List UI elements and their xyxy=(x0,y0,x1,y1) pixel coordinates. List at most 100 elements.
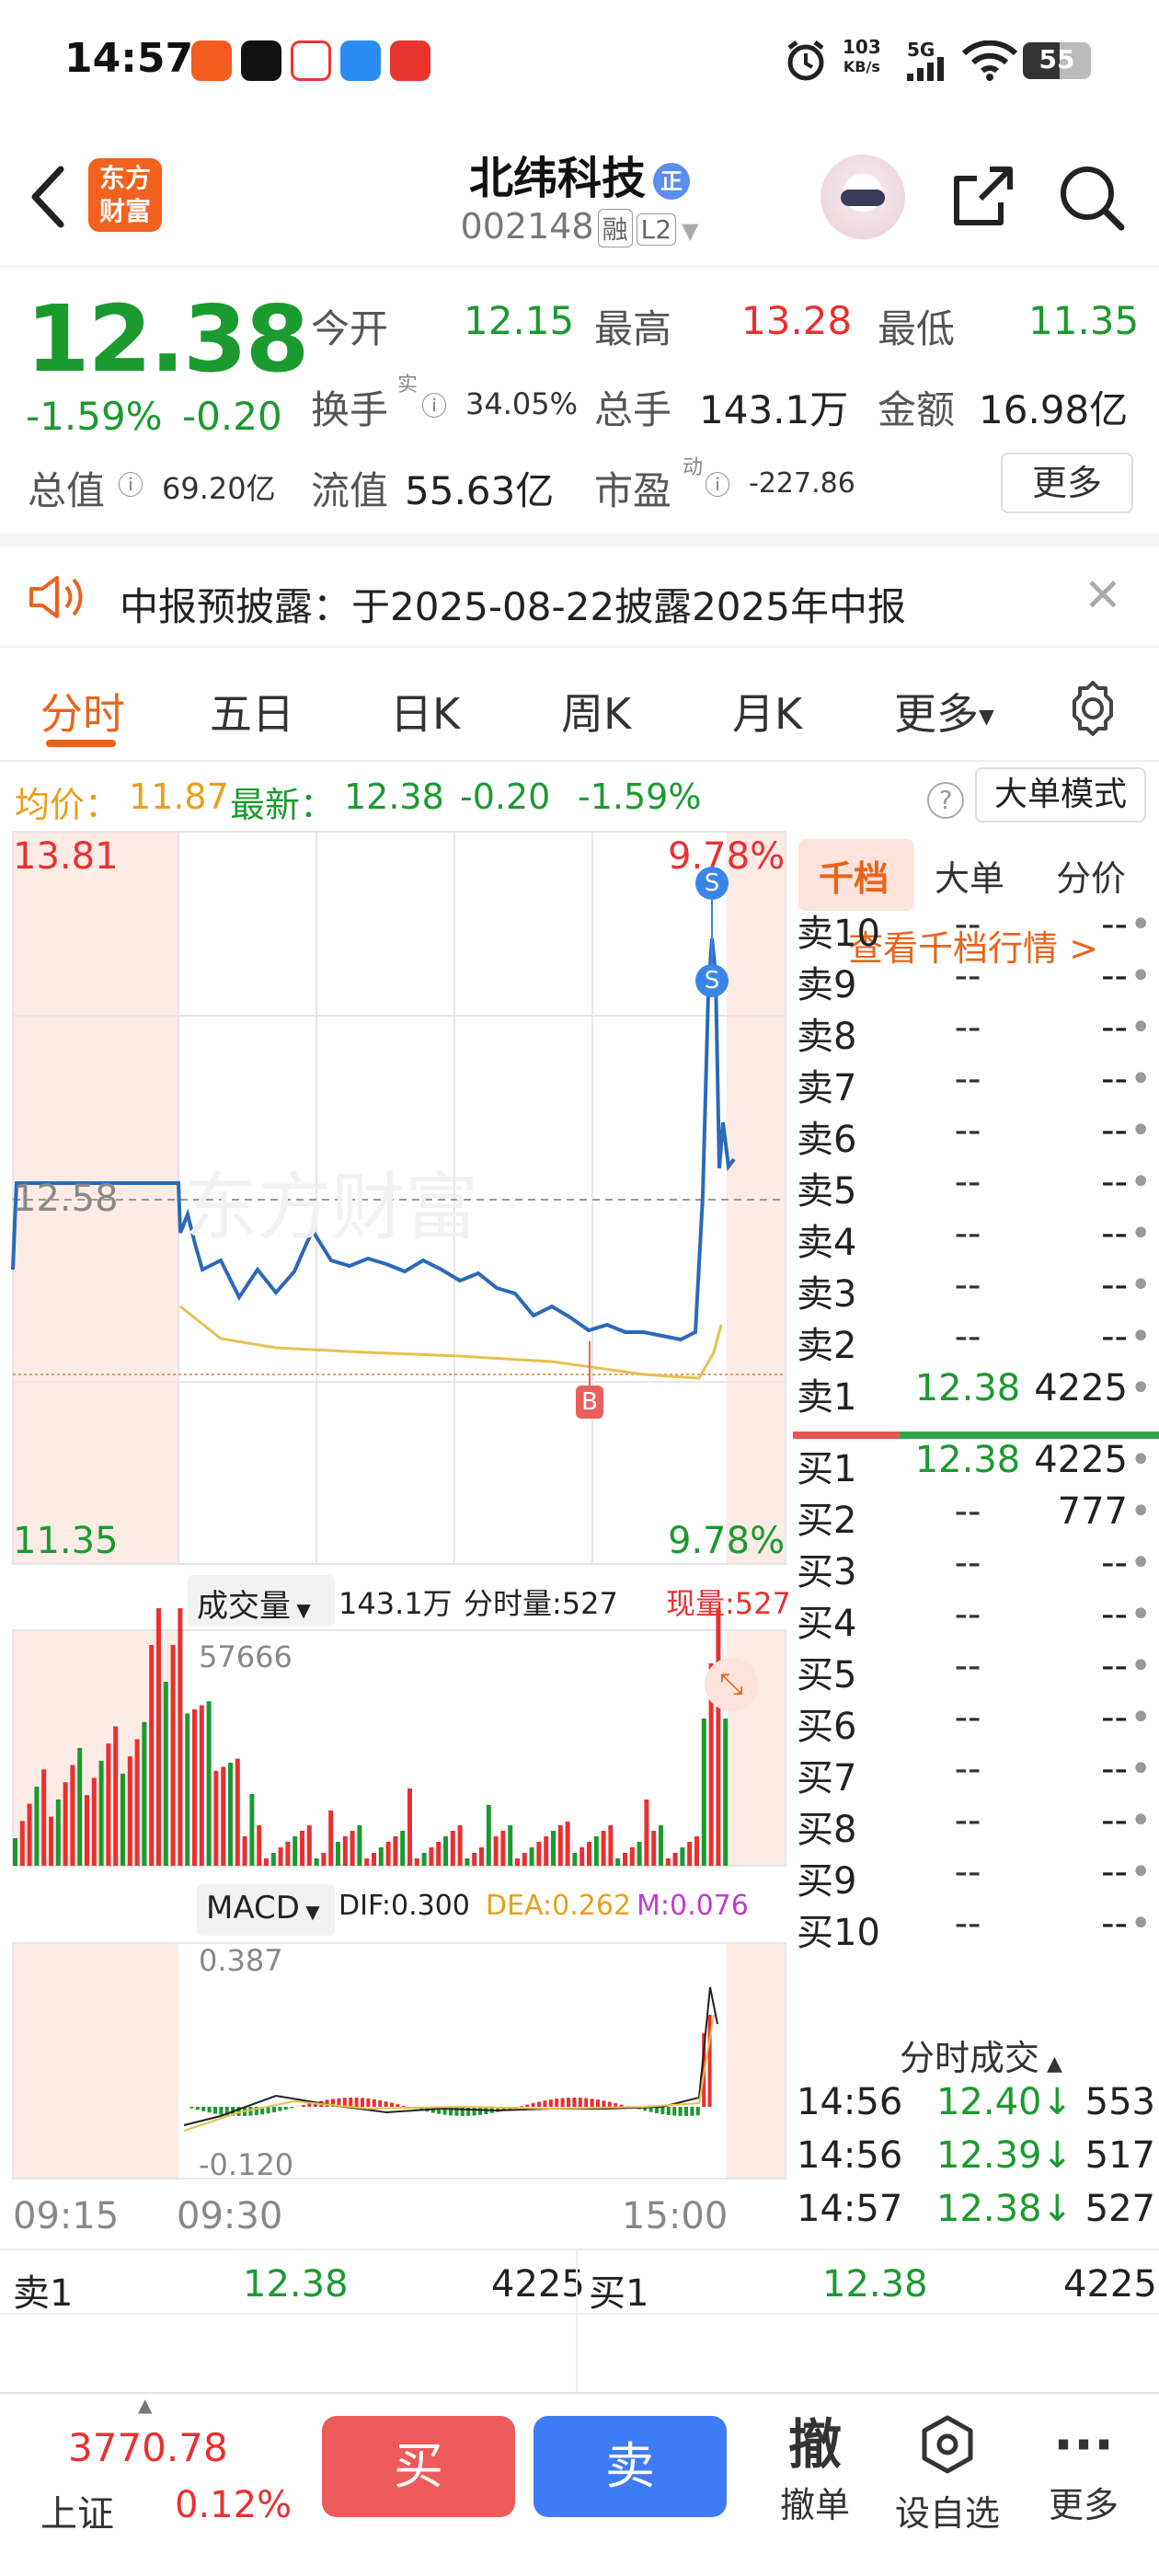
volume-bar xyxy=(149,1645,155,1866)
ask-volume: -- xyxy=(1101,1110,1128,1152)
info-icon[interactable]: ⓘ xyxy=(705,466,730,502)
volume-bar xyxy=(385,1842,391,1866)
macd-bar xyxy=(349,2098,353,2107)
ask-row[interactable]: 卖8 -- -- • xyxy=(793,1006,1159,1058)
bid-row[interactable]: 买8 -- -- • xyxy=(793,1800,1159,1851)
ask-level: 卖1 xyxy=(797,1376,857,1419)
amount-value: 16.98亿 xyxy=(979,387,1129,432)
share-icon[interactable] xyxy=(947,162,1017,232)
ask-row[interactable]: 卖2 -- -- • xyxy=(793,1316,1159,1367)
time-open-label: 09:30 xyxy=(177,2195,283,2237)
bottom-toolbar: ▲ 3770.78 上证 0.12% 买 卖 撤撤单 设自选 ··· 更多 xyxy=(0,2392,1159,2576)
sell-marker[interactable]: S xyxy=(695,964,729,997)
tab-weekly-k[interactable]: 周K xyxy=(561,681,631,742)
volume-bar xyxy=(13,1838,17,1866)
bid-row[interactable]: 买9 -- -- • xyxy=(793,1851,1159,1903)
ask-row[interactable]: 卖1 12.38 4225 • xyxy=(793,1367,1159,1419)
macd-bar xyxy=(219,2107,224,2115)
macd-bar xyxy=(590,2099,594,2107)
bid-volume: -- xyxy=(1101,1800,1128,1842)
macd-indicator-select[interactable]: MACD ▼ xyxy=(197,1884,335,1936)
volume-bar xyxy=(701,1719,706,1866)
dropdown-icon: ▼ xyxy=(682,218,699,244)
big-order-mode-button[interactable]: 大单模式 xyxy=(975,767,1146,822)
trades-title[interactable]: 分时成交 ▲ xyxy=(900,2030,1062,2080)
search-icon[interactable] xyxy=(1056,162,1126,232)
bid-volume: -- xyxy=(1101,1903,1128,1945)
bid-row[interactable]: 买1 12.38 4225 • xyxy=(793,1439,1159,1490)
volume-bar xyxy=(106,1743,111,1866)
volume-bar xyxy=(77,1747,83,1866)
info-icon[interactable]: ⓘ xyxy=(421,386,447,423)
side-tab-depth[interactable]: 千档 xyxy=(819,850,889,901)
bid-row[interactable]: 买2 -- 777 • xyxy=(793,1490,1159,1542)
macd-bar xyxy=(283,2107,288,2110)
volume-bar xyxy=(342,1836,348,1866)
cancel-icon: 撤 xyxy=(787,2413,842,2476)
cancel-order-button[interactable]: 撤撤单 xyxy=(769,2412,861,2527)
bid-row[interactable]: 买10 -- -- • xyxy=(793,1903,1159,1954)
volume-bar xyxy=(529,1847,534,1866)
ask-row[interactable]: 卖7 -- -- • xyxy=(793,1058,1159,1110)
help-icon[interactable]: ? xyxy=(927,782,964,819)
tab-intraday[interactable]: 分时 xyxy=(40,681,125,742)
ask-row[interactable]: 卖6 -- -- • xyxy=(793,1110,1159,1161)
side-tab-big-order[interactable]: 大单 xyxy=(935,850,1004,901)
sell-button[interactable]: 卖 xyxy=(534,2416,727,2517)
tab-daily-k[interactable]: 日K xyxy=(390,681,460,742)
volume-bar xyxy=(213,1770,219,1866)
mktcap-value: 69.20亿 xyxy=(162,471,276,506)
volume-bar xyxy=(127,1756,132,1866)
tab-more[interactable]: 更多▼ xyxy=(894,681,994,742)
volume-bar xyxy=(443,1836,448,1866)
bid-row[interactable]: 买5 -- -- • xyxy=(793,1645,1159,1696)
volume-bar xyxy=(587,1842,591,1866)
settings-gear-icon[interactable] xyxy=(1063,679,1122,738)
latest-label: 最新： xyxy=(230,785,336,825)
buy-marker[interactable]: B xyxy=(576,1386,603,1419)
index-name[interactable]: 上证 xyxy=(40,2484,114,2537)
volume-bar xyxy=(91,1777,97,1866)
tab-five-day[interactable]: 五日 xyxy=(210,681,294,742)
bid-price: -- xyxy=(954,1748,981,1790)
volume-bar xyxy=(336,1842,340,1866)
bid-row[interactable]: 买3 -- -- • xyxy=(793,1542,1159,1593)
macd-bar xyxy=(543,2100,547,2107)
bid-row[interactable]: 买4 -- -- • xyxy=(793,1593,1159,1645)
volume-bar xyxy=(508,1825,513,1866)
ask-bid-divider-red xyxy=(793,1432,900,1439)
ask-row[interactable]: 卖3 -- -- • xyxy=(793,1264,1159,1316)
volume-bar xyxy=(249,1794,255,1866)
index-value[interactable]: 3770.78 xyxy=(68,2425,228,2470)
info-icon[interactable]: ⓘ xyxy=(118,466,143,502)
volume-indicator-select[interactable]: 成交量 ▼ xyxy=(188,1575,335,1627)
buy-button[interactable]: 买 xyxy=(322,2416,515,2517)
expand-icon[interactable]: ⤡ xyxy=(705,1658,758,1711)
ask-row[interactable]: 卖10 -- -- • xyxy=(793,903,1159,955)
more-button[interactable]: ··· 更多 xyxy=(1038,2412,1130,2527)
volume-bar xyxy=(120,1773,125,1866)
bid-price: -- xyxy=(954,1593,981,1636)
macd-bar xyxy=(466,2107,471,2116)
ask-row[interactable]: 卖9 -- -- • xyxy=(793,955,1159,1006)
index-pct[interactable]: 0.12% xyxy=(175,2484,292,2526)
ask-row[interactable]: 卖5 -- -- • xyxy=(793,1161,1159,1213)
more-quote-button[interactable]: 更多 xyxy=(1001,453,1133,513)
sell-marker[interactable]: S xyxy=(695,867,729,900)
battery-icon: 55 xyxy=(1023,42,1091,79)
bid-price: -- xyxy=(954,1851,981,1893)
bid-price: 12.38 xyxy=(914,1439,1021,1481)
macd-bar xyxy=(207,2107,212,2113)
close-icon[interactable]: ✕ xyxy=(1084,569,1122,622)
tab-monthly-k[interactable]: 月K xyxy=(732,681,802,742)
notice-banner[interactable]: 中报预披露：于2025-08-22披露2025年中报 ✕ xyxy=(0,534,1159,648)
change-percent: -1.59% xyxy=(26,394,163,439)
bid-row[interactable]: 买7 -- -- • xyxy=(793,1748,1159,1800)
collapse-arrow-icon[interactable]: ▲ xyxy=(138,2394,152,2416)
add-watchlist-button[interactable]: 设自选 xyxy=(892,2412,1003,2536)
ask-row[interactable]: 卖4 -- -- • xyxy=(793,1213,1159,1264)
ai-assistant-avatar[interactable] xyxy=(820,155,905,239)
side-tab-price-dist[interactable]: 分价 xyxy=(1056,850,1126,901)
bid-row[interactable]: 买6 -- -- • xyxy=(793,1696,1159,1748)
ask-level: 卖4 xyxy=(797,1222,857,1264)
